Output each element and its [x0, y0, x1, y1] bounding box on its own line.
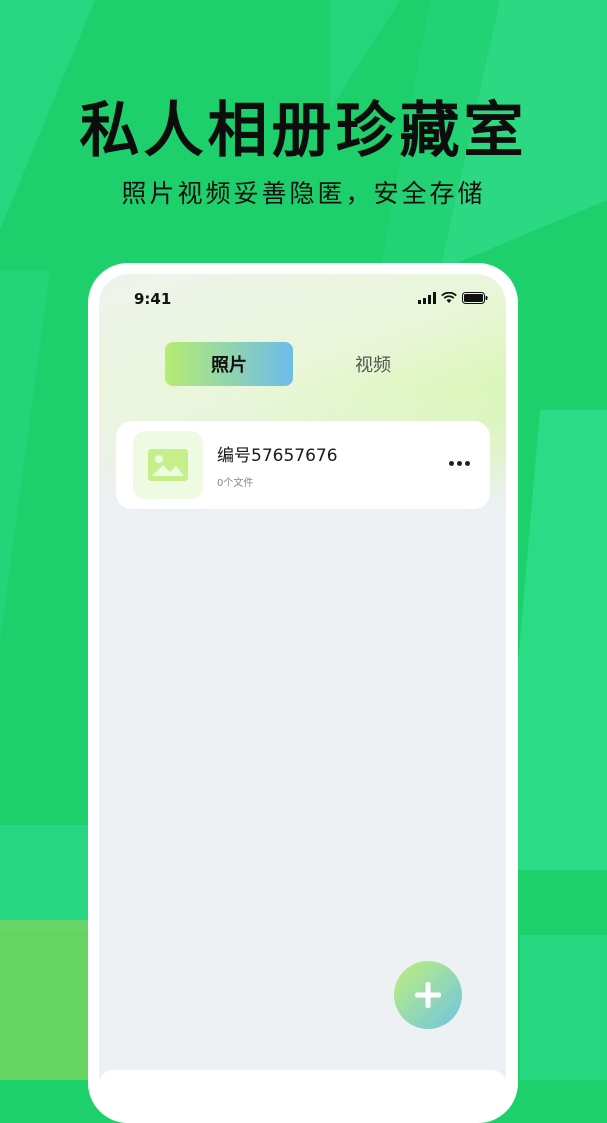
plus-icon — [415, 982, 441, 1008]
more-options-icon[interactable] — [444, 451, 474, 475]
battery-icon — [462, 292, 488, 304]
status-icons — [418, 292, 488, 304]
album-thumbnail — [133, 431, 203, 499]
album-file-count: 0个文件 — [217, 478, 254, 489]
wifi-icon — [441, 292, 457, 303]
tab-photos[interactable]: 照片 — [165, 342, 293, 386]
tab-videos[interactable]: 视频 — [309, 342, 437, 386]
status-time: 9:41 — [134, 290, 172, 308]
tab-bar: 照片 视频 — [165, 342, 437, 386]
bottom-navigation-bar — [99, 1070, 506, 1104]
album-name: 编号57657676 — [217, 446, 338, 466]
album-card[interactable]: 编号57657676 0个文件 — [116, 421, 490, 509]
image-icon — [148, 449, 188, 481]
hero-subtitle: 照片视频妥善隐匿，安全存储 — [121, 179, 486, 208]
signal-icon — [418, 292, 436, 304]
phone-screen: 9:41 照片 视频 编号57657676 0个文件 — [99, 274, 506, 1104]
add-button[interactable] — [394, 961, 462, 1029]
hero-title: 私人相册珍藏室 — [79, 96, 528, 166]
